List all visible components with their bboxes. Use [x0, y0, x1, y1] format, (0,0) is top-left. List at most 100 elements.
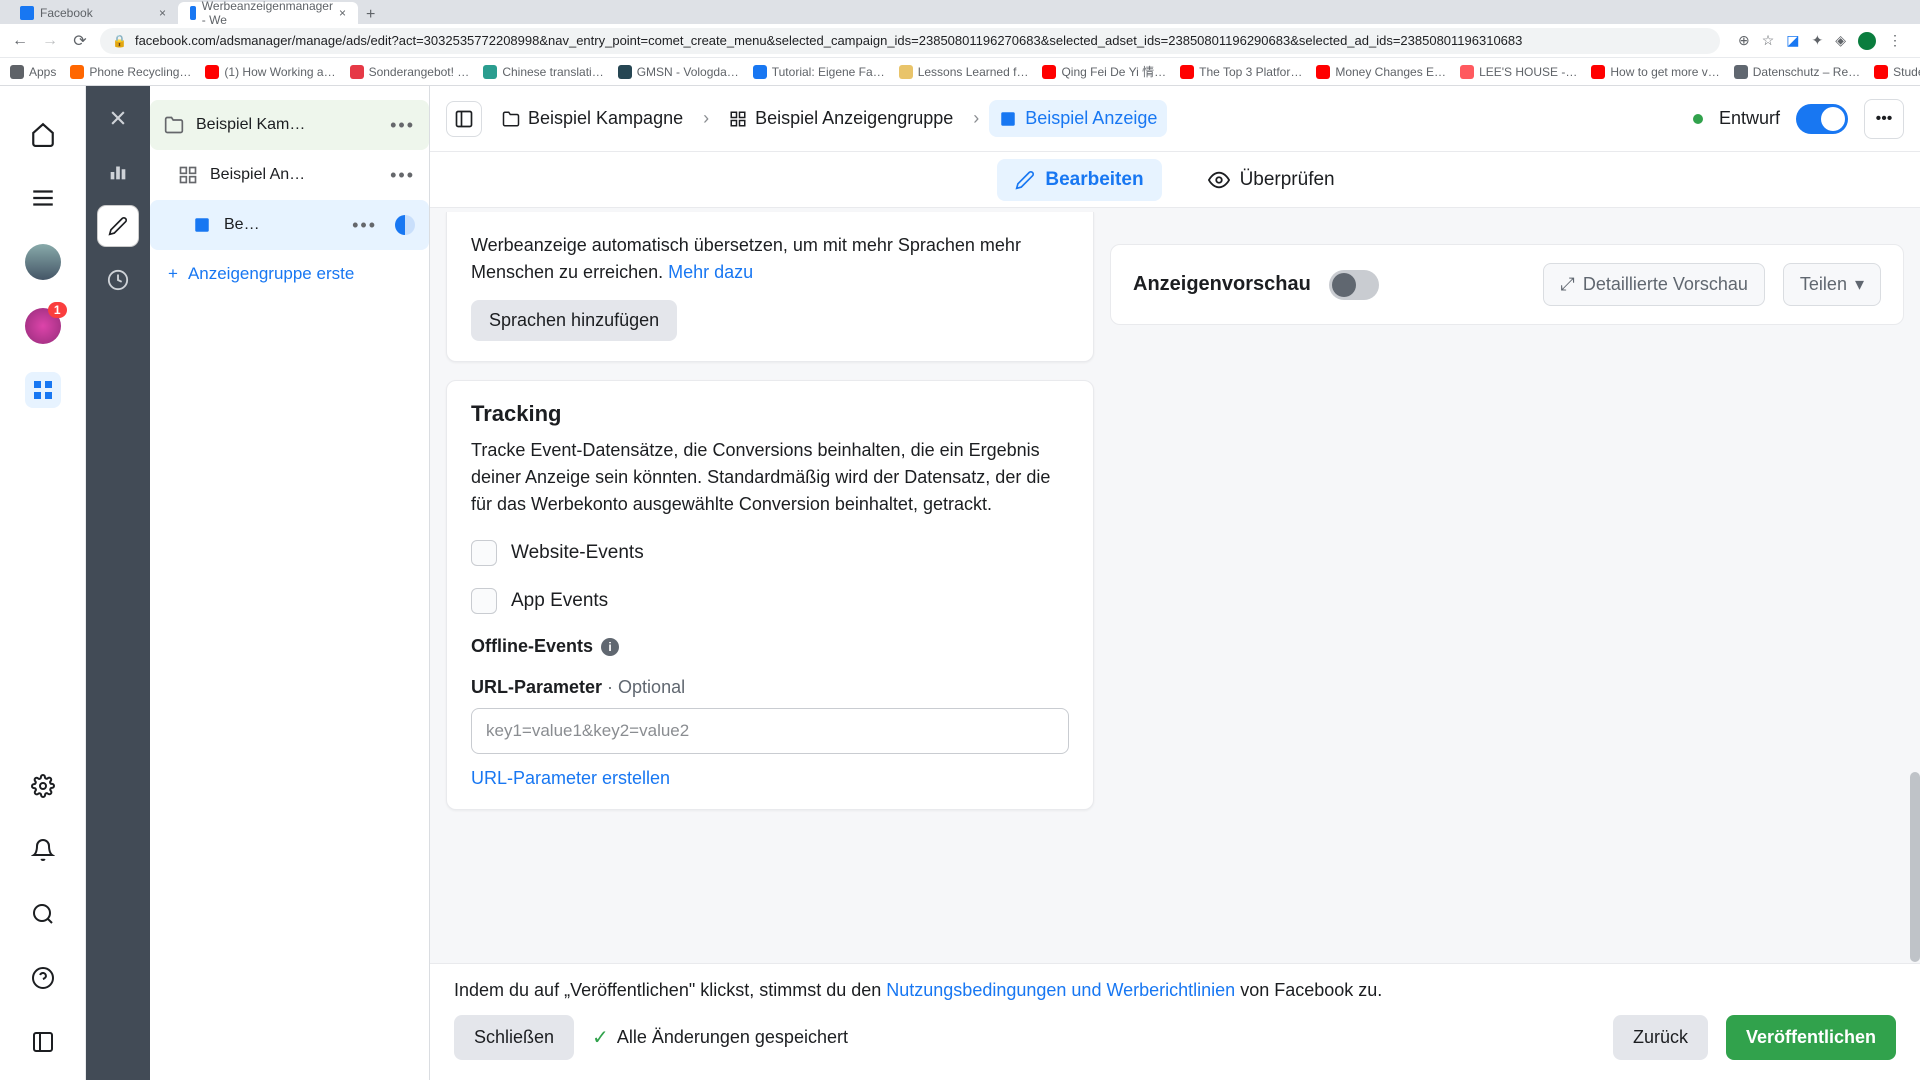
menu-icon[interactable] [25, 180, 61, 216]
terms-text: Indem du auf „Veröffentlichen" klickst, … [454, 980, 1896, 1001]
facebook-icon [20, 6, 34, 20]
bookmark-item[interactable]: Phone Recycling… [70, 65, 191, 79]
browser-tab-0[interactable]: Facebook × [8, 2, 178, 24]
tab-edit[interactable]: Bearbeiten [997, 159, 1161, 201]
more-icon[interactable]: ••• [1864, 99, 1904, 139]
avatar[interactable] [25, 244, 61, 280]
fb-left-rail: 1 [0, 86, 86, 1080]
tracking-card: Tracking Tracke Event-Datensätze, die Co… [446, 380, 1094, 810]
tab-review[interactable]: Überprüfen [1190, 159, 1353, 201]
learn-more-link[interactable]: Mehr dazu [668, 262, 753, 282]
zoom-icon[interactable]: ⊕ [1738, 32, 1750, 50]
browser-tab-1[interactable]: Werbeanzeigenmanager - We × [178, 2, 358, 24]
gear-icon[interactable] [25, 768, 61, 804]
bookmark-item[interactable]: Student Wants an… [1874, 65, 1920, 79]
bookmark-item[interactable]: Tutorial: Eigene Fa… [753, 65, 885, 79]
create-url-param-link[interactable]: URL-Parameter erstellen [471, 768, 670, 789]
btn-label: Teilen [1800, 274, 1847, 295]
bookmark-item[interactable]: How to get more v… [1591, 65, 1719, 79]
menu-icon[interactable]: ⋮ [1888, 32, 1902, 50]
scrollbar-thumb[interactable] [1910, 772, 1920, 962]
more-icon[interactable]: ••• [390, 115, 415, 136]
back-icon[interactable]: ← [10, 32, 30, 50]
bookmark-item[interactable]: GMSN - Vologda… [618, 65, 739, 79]
bookmark-item[interactable]: Chinese translati… [483, 65, 603, 79]
close-icon[interactable]: × [339, 6, 346, 20]
chk-label: App Events [511, 590, 608, 612]
panel-toggle-icon[interactable] [446, 101, 482, 137]
close-icon[interactable]: × [159, 6, 166, 20]
info-icon[interactable]: i [601, 638, 619, 656]
publish-button[interactable]: Veröffentlichen [1726, 1015, 1896, 1060]
structure-tree: Beispiel Kam… ••• Beispiel An… ••• Be… •… [150, 86, 430, 1080]
apps-button[interactable]: Apps [10, 65, 56, 79]
search-icon[interactable] [25, 896, 61, 932]
reload-icon[interactable]: ⟳ [70, 31, 90, 51]
tree-adset[interactable]: Beispiel An… ••• [150, 150, 429, 200]
footer-bar: Indem du auf „Veröffentlichen" klickst, … [430, 963, 1920, 1080]
detailed-preview-button[interactable]: ⤢ Detaillierte Vorschau [1543, 263, 1765, 306]
folder-icon [164, 115, 184, 135]
add-languages-button[interactable]: Sprachen hinzufügen [471, 300, 677, 341]
bookmark-item[interactable]: Qing Fei De Yi 情… [1042, 63, 1166, 80]
bookmark-item[interactable]: Lessons Learned f… [899, 65, 1029, 79]
avatar-icon[interactable] [1858, 32, 1876, 50]
new-tab-button[interactable]: + [358, 6, 383, 24]
bookmark-item[interactable]: Datenschutz – Re… [1734, 65, 1860, 79]
tree-label: Beispiel An… [210, 166, 378, 184]
ad-icon [192, 215, 212, 235]
more-icon[interactable]: ••• [352, 215, 377, 236]
bookmark-item[interactable]: The Top 3 Platfor… [1180, 65, 1302, 79]
preview-card: Anzeigenvorschau ⤢ Detaillierte Vorschau… [1110, 244, 1904, 325]
app-events-checkbox[interactable]: App Events [471, 588, 1069, 614]
notification-badge: 1 [48, 302, 67, 318]
forward-icon[interactable]: → [40, 32, 60, 50]
crumb-adset[interactable]: Beispiel Anzeigengruppe [719, 100, 963, 137]
bookmark-item[interactable]: Sonderangebot! … [350, 65, 470, 79]
edit-icon [1015, 170, 1035, 190]
crumb-label: Beispiel Anzeigengruppe [755, 108, 953, 129]
tree-ad[interactable]: Be… ••• [150, 200, 429, 250]
url-param-label: URL-Parameter · Optional [471, 677, 1069, 698]
url-parameter-input[interactable] [471, 708, 1069, 754]
url-bar[interactable]: 🔒 facebook.com/adsmanager/manage/ads/edi… [100, 28, 1720, 54]
crumb-ad[interactable]: Beispiel Anzeige [989, 100, 1167, 137]
eye-icon [1208, 169, 1230, 191]
grid-icon[interactable] [25, 372, 61, 408]
close-button[interactable]: Schließen [454, 1015, 574, 1060]
help-icon[interactable] [25, 960, 61, 996]
bell-icon[interactable] [25, 832, 61, 868]
status-dot-icon [1693, 114, 1703, 124]
facebook-icon [190, 6, 196, 20]
active-toggle[interactable] [1796, 104, 1848, 134]
clock-icon[interactable] [98, 260, 138, 300]
bookmark-item[interactable]: (1) How Working a… [205, 65, 335, 79]
terms-link[interactable]: Nutzungsbedingungen und Werberichtlinien [886, 980, 1235, 1000]
share-button[interactable]: Teilen ▾ [1783, 263, 1881, 306]
crumb-campaign[interactable]: Beispiel Kampagne [492, 100, 693, 137]
checkbox-icon [471, 588, 497, 614]
preview-toggle[interactable] [1329, 270, 1379, 300]
home-icon[interactable] [25, 116, 61, 152]
extension-icon[interactable]: ◪ [1786, 32, 1799, 50]
tree-campaign[interactable]: Beispiel Kam… ••• [150, 100, 429, 150]
more-icon[interactable]: ••• [390, 165, 415, 186]
puzzle-icon[interactable]: ✦ [1811, 32, 1823, 50]
bookmark-item[interactable]: LEE'S HOUSE -… [1460, 65, 1577, 79]
close-icon[interactable] [98, 98, 138, 138]
collapse-icon[interactable] [25, 1024, 61, 1060]
add-adset-link[interactable]: + Anzeigengruppe erste [150, 250, 429, 298]
back-button[interactable]: Zurück [1613, 1015, 1708, 1060]
website-events-checkbox[interactable]: Website-Events [471, 540, 1069, 566]
tree-label: Beispiel Kam… [196, 116, 378, 134]
star-icon[interactable]: ☆ [1762, 32, 1775, 50]
shield-icon[interactable]: ◈ [1835, 32, 1846, 50]
chart-icon[interactable] [98, 152, 138, 192]
saved-indicator: ✓ Alle Änderungen gespeichert [592, 1025, 848, 1050]
account-avatar[interactable]: 1 [25, 308, 61, 344]
url-text: facebook.com/adsmanager/manage/ads/edit?… [135, 33, 1522, 48]
add-label: Anzeigengruppe erste [188, 264, 354, 284]
edit-icon[interactable] [98, 206, 138, 246]
bookmark-item[interactable]: Money Changes E… [1316, 65, 1446, 79]
chevron-right-icon: › [973, 108, 979, 129]
